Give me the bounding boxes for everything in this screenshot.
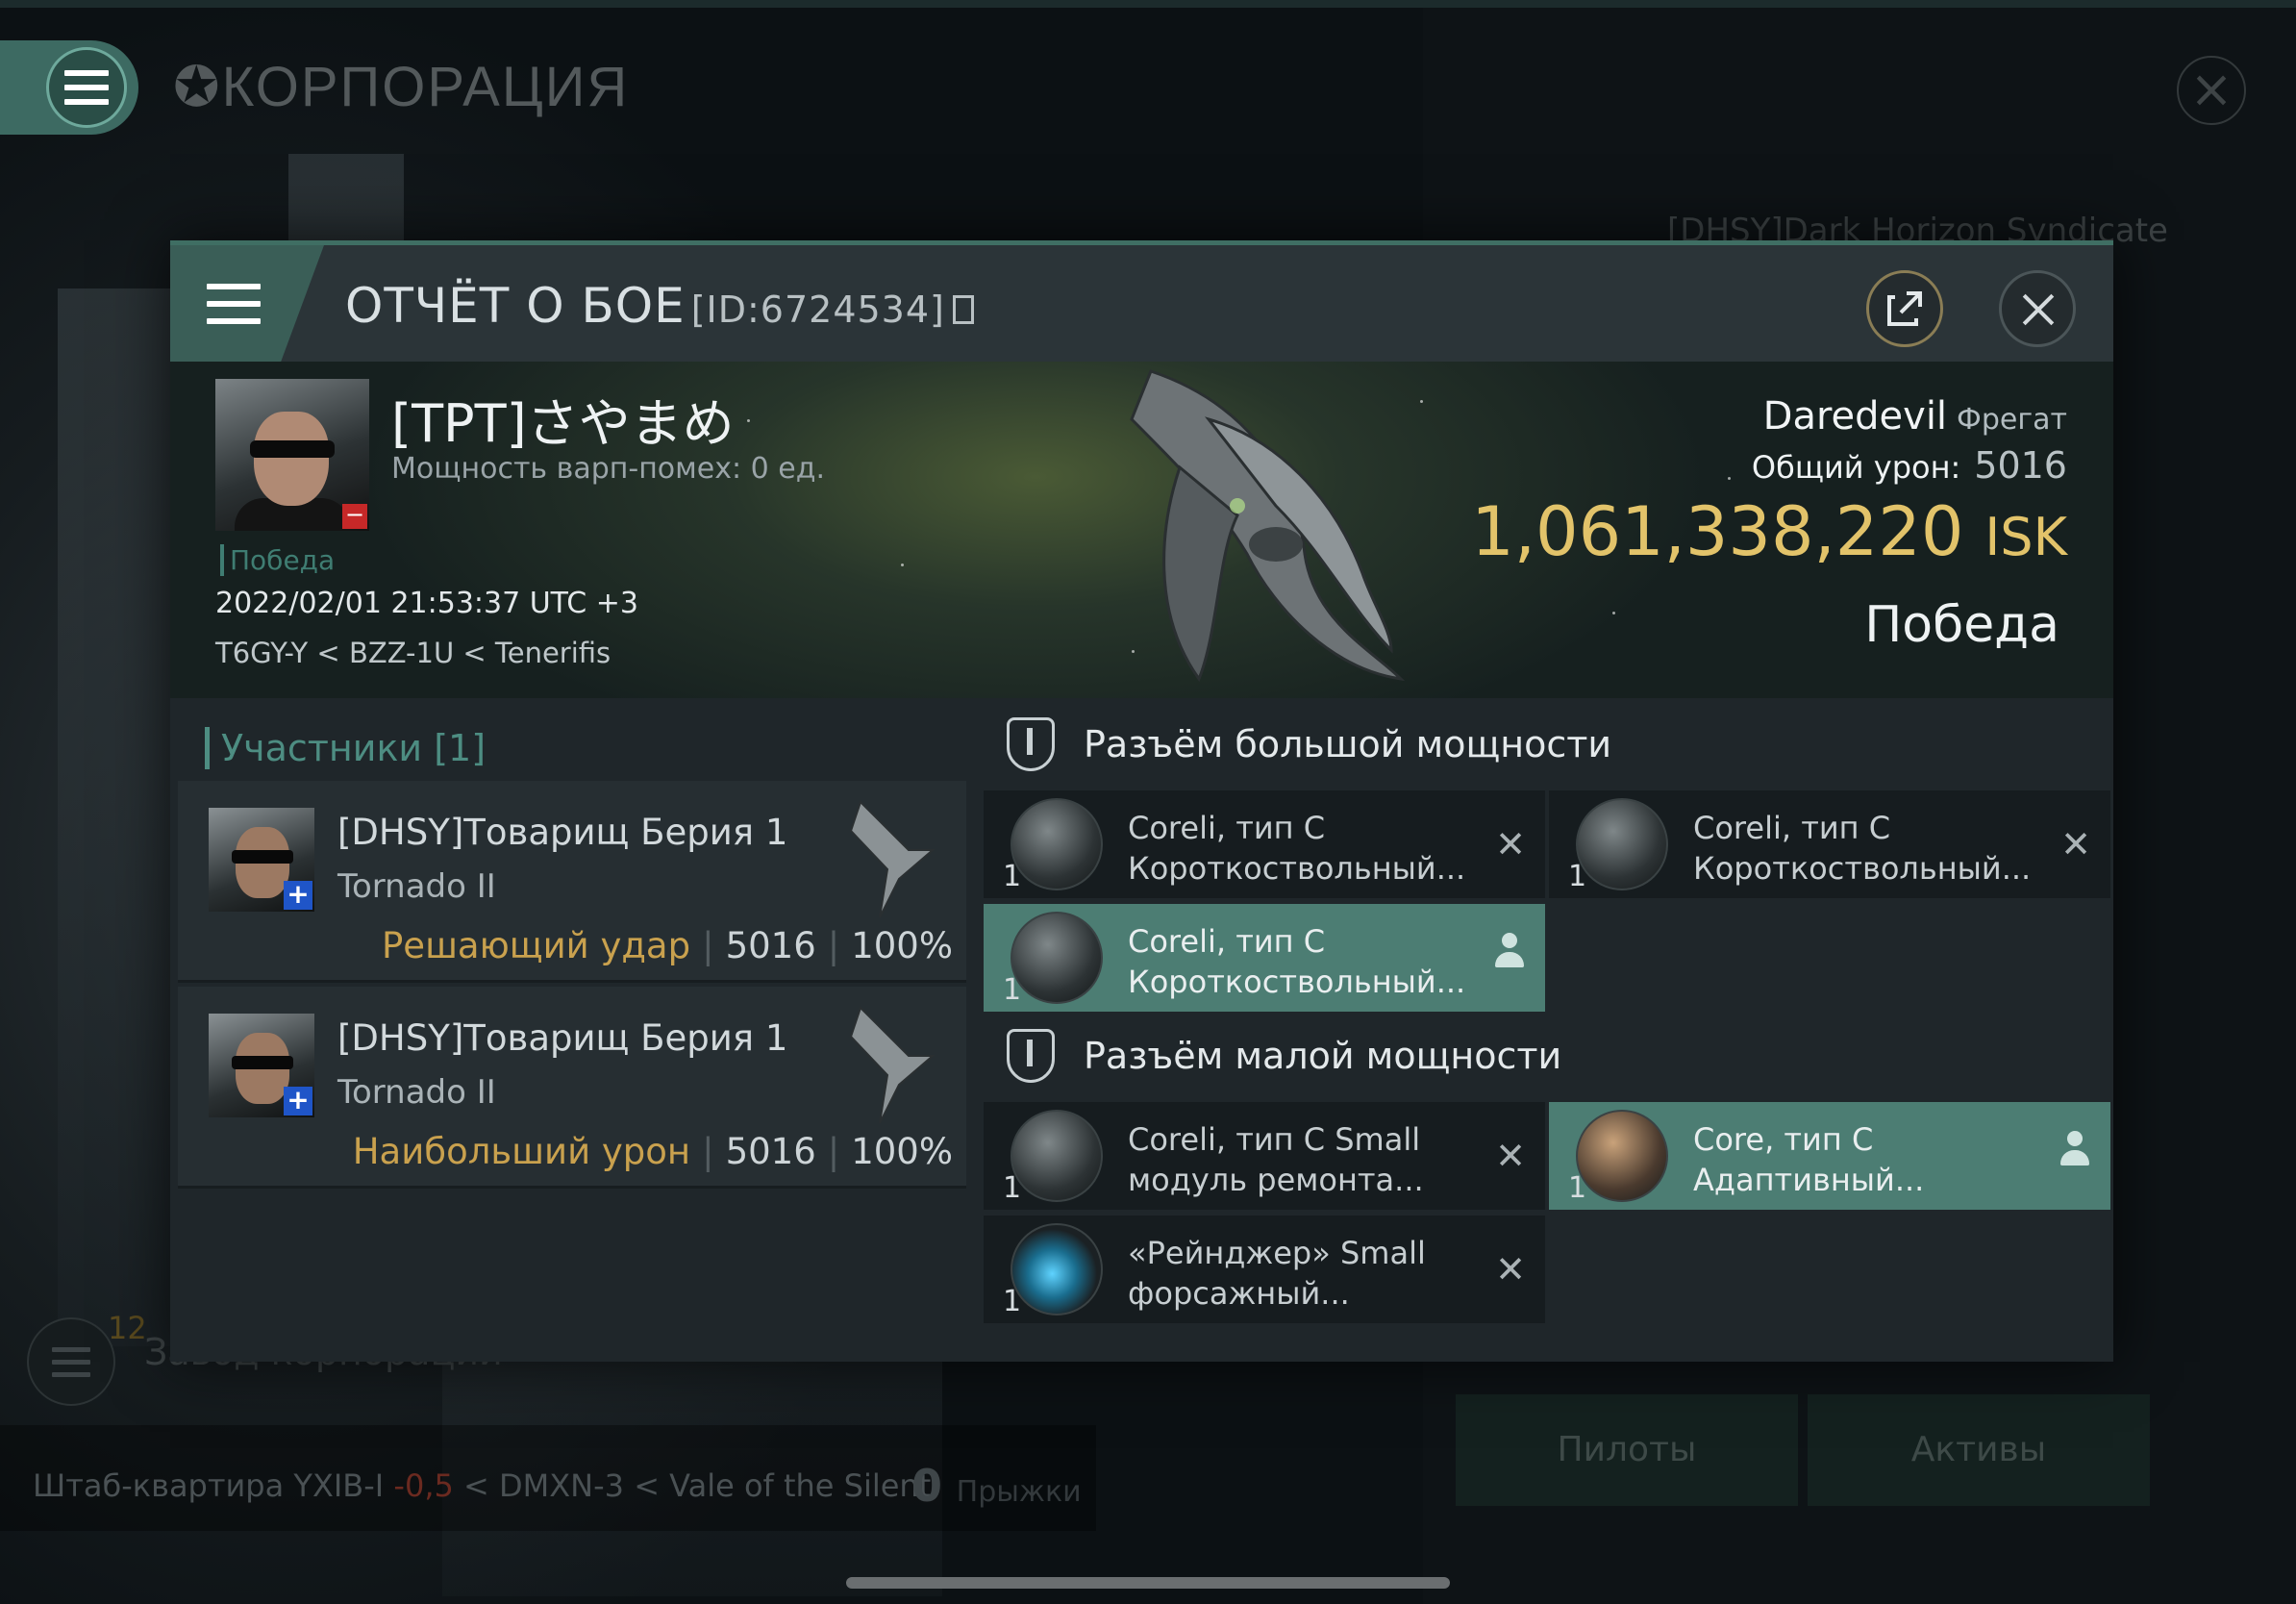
total-damage: Общий урон: 5016	[1751, 444, 2067, 487]
corp-close-button[interactable]: ×	[2177, 56, 2246, 125]
hq-location-bar[interactable]: Штаб-квартира YXIB-I -0,5 < DMXN-3 < Val…	[0, 1425, 1096, 1531]
module-item[interactable]: 1 Coreli, тип C Короткоствольный...	[984, 904, 1545, 1012]
plus-badge-icon: +	[284, 1087, 312, 1115]
victim-portrait[interactable]: −	[215, 379, 369, 531]
plus-badge-icon: +	[284, 881, 312, 910]
high-slot-icon	[1007, 717, 1055, 771]
module-item[interactable]: 1 «Рейнджер» Small форсажный... ✕	[984, 1216, 1545, 1323]
attacker-row[interactable]: + [DHSY]Товарищ Берия 1 Tornado II Наибо…	[178, 987, 966, 1189]
top-strip	[0, 0, 2296, 8]
jumps: 0 Прыжки	[911, 1460, 1082, 1512]
attacker-ship-image	[849, 1006, 936, 1124]
hq-constellation: Vale of the Silent	[669, 1467, 932, 1504]
ship-class: Фрегат	[1957, 403, 2067, 437]
module-item[interactable]: 1 Coreli, тип C Small модуль ремонта... ✕	[984, 1102, 1545, 1210]
warp-disrupt-strength: Мощность варп-помех: 0 ед.	[391, 452, 826, 486]
attacker-name: [DHSY]Товарищ Берия 1	[337, 1017, 788, 1059]
blaster-icon	[1011, 912, 1103, 1004]
attacker-portrait[interactable]: +	[209, 808, 314, 912]
attacker-ship-image	[849, 800, 936, 918]
export-button[interactable]	[1866, 270, 1943, 347]
factory-count: 12	[108, 1310, 147, 1346]
destroyed-icon: ✕	[1495, 823, 1526, 865]
factory-icon	[27, 1317, 115, 1406]
hq-security: -0,5	[393, 1467, 454, 1504]
copy-icon[interactable]	[952, 295, 974, 324]
victim-ship-name[interactable]: Daredevil Фрегат	[1763, 394, 2067, 439]
blaster-icon	[1011, 798, 1103, 890]
pilots-button[interactable]: Пилоты	[1456, 1394, 1798, 1506]
corp-page-title: ✪КОРПОРАЦИЯ	[173, 56, 630, 118]
report-id: [ID:6724534]	[690, 288, 945, 331]
low-slots-header: Разъём малой мощности	[995, 1021, 2110, 1083]
kill-datetime: 2022/02/01 21:53:37 UTC +3	[215, 587, 638, 620]
attacker-portrait[interactable]: +	[209, 1014, 314, 1117]
module-item[interactable]: 1 Core, тип C Адаптивный...	[1549, 1102, 2110, 1210]
minus-badge-icon: −	[342, 503, 367, 529]
hamburger-icon	[64, 70, 109, 105]
external-link-icon	[1887, 291, 1922, 326]
battle-report-modal: ОТЧЁТ О БОЕ [ID:6724534] − [TPT]さやまめ Мощн…	[170, 240, 2113, 1362]
destroyed-icon: ✕	[1495, 1248, 1526, 1291]
victim-name[interactable]: [TPT]さやまめ	[391, 381, 735, 457]
fitting-panel: Разъём большой мощности 1 Coreli, тип CК…	[974, 698, 2113, 1362]
participants-header: Участники [1]	[205, 727, 486, 769]
hq-label: Штаб-квартира YXIB-I	[33, 1467, 385, 1504]
home-indicator[interactable]	[846, 1577, 1450, 1589]
victim-summary: − [TPT]さやまめ Мощность варп-помех: 0 ед. П…	[170, 362, 2113, 698]
kill-location[interactable]: T6GY-Y < BZZ-1U < Tenerifis	[215, 637, 611, 669]
modal-header: ОТЧЁТ О БОЕ [ID:6724534]	[170, 240, 2113, 362]
battle-result: Победа	[1864, 596, 2059, 654]
module-item[interactable]: 1 Coreli, тип C Короткоствольный... ✕	[1549, 790, 2110, 898]
afterburner-icon	[1011, 1223, 1103, 1316]
low-slot-icon	[1007, 1029, 1055, 1083]
module-item[interactable]: 1 Coreli, тип C Короткоствольный... ✕	[984, 790, 1545, 898]
attacker-ship: Tornado II	[337, 1073, 496, 1112]
participants-panel: Участники [1] + [DHSY]Товарищ Берия 1 To…	[170, 698, 970, 1362]
attacker-stats: Наибольший урон | 5016 | 100%	[352, 1131, 953, 1172]
attacker-row[interactable]: + [DHSY]Товарищ Берия 1 Tornado II Решаю…	[178, 781, 966, 983]
attacker-name: [DHSY]Товарищ Берия 1	[337, 812, 788, 853]
destroyed-icon: ✕	[1495, 1135, 1526, 1177]
isk-value: 1,061,338,220 ISK	[1471, 492, 2067, 571]
high-slots-header: Разъём большой мощности	[995, 710, 2110, 771]
report-title: ОТЧЁТ О БОЕ [ID:6724534]	[345, 278, 974, 334]
repairer-icon	[1011, 1110, 1103, 1202]
victory-tag: Победа	[220, 544, 335, 576]
hamburger-icon	[207, 283, 261, 324]
destroyed-icon: ✕	[2060, 823, 2091, 865]
attacker-ship: Tornado II	[337, 867, 496, 906]
dropped-person-icon	[2060, 1131, 2089, 1169]
assets-button[interactable]: Активы	[1808, 1394, 2150, 1506]
attacker-stats: Решающий удар | 5016 | 100%	[382, 925, 953, 966]
hardener-icon	[1576, 1110, 1668, 1202]
report-menu-button[interactable]	[170, 245, 324, 362]
main-menu-button[interactable]	[0, 40, 138, 135]
hq-region: DMXN-3	[499, 1467, 625, 1504]
close-button[interactable]	[1999, 270, 2076, 347]
dropped-person-icon	[1495, 933, 1524, 971]
blaster-icon	[1576, 798, 1668, 890]
